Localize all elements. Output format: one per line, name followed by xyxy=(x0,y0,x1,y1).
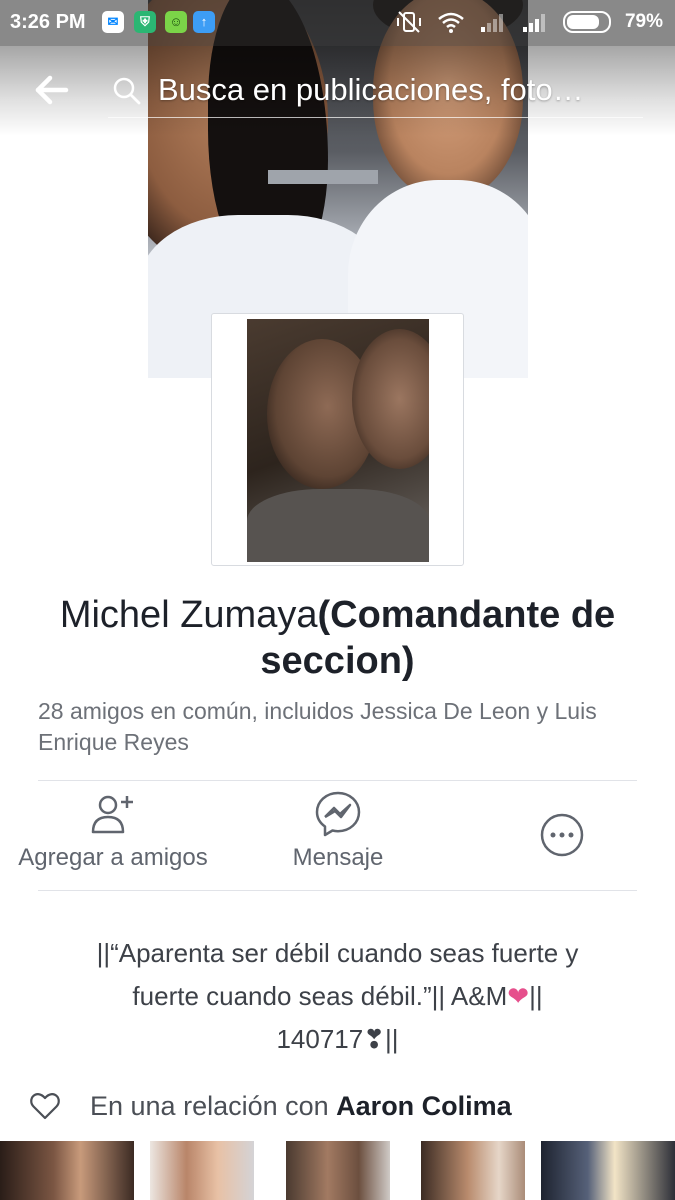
status-bar: 3:26 PM ✉ ⛨ ☺ ↑ 79% xyxy=(0,0,675,46)
signal-icon xyxy=(522,14,545,32)
divider-bottom xyxy=(38,890,637,891)
profile-full-name: Michel Zumaya xyxy=(59,594,318,636)
message-label: Mensaje xyxy=(292,844,384,871)
bio-line-2-text: fuerte cuando seas débil.”|| A&M xyxy=(132,981,508,1011)
bio-line-2: fuerte cuando seas débil.”|| A&M❤|| xyxy=(40,975,635,1018)
photo-thumbnail[interactable] xyxy=(0,1141,134,1200)
status-system-icons: 79% xyxy=(395,10,663,34)
add-friend-button[interactable]: Agregar a amigos xyxy=(8,790,218,872)
photo-thumbnail[interactable] xyxy=(541,1141,675,1200)
shield-app-icon: ⛨ xyxy=(134,11,156,33)
photo-thumbnail[interactable] xyxy=(150,1141,254,1200)
photo-thumbnail[interactable] xyxy=(286,1141,390,1200)
signal-weak-icon xyxy=(480,14,503,32)
relationship-prefix: En una relación con xyxy=(90,1091,337,1121)
heart-outline-icon xyxy=(30,1093,60,1120)
relationship-text: En una relación con Aaron Colima xyxy=(90,1091,512,1122)
search-placeholder: Busca en publicaciones, foto… xyxy=(158,72,584,107)
messenger-icon xyxy=(315,791,361,837)
search-input[interactable]: Busca en publicaciones, foto… xyxy=(108,64,643,118)
profile-photo xyxy=(247,319,429,562)
bio-line-3-end: || xyxy=(385,1024,399,1054)
upload-icon: ↑ xyxy=(193,11,215,33)
heart-exclamation-icon: ❣ xyxy=(363,1024,386,1054)
profile-photo-foreground xyxy=(247,489,429,562)
status-time: 3:26 PM xyxy=(10,11,86,33)
heart-icon: ❤ xyxy=(507,981,530,1011)
photo-strip xyxy=(0,1141,675,1200)
divider-top xyxy=(38,780,637,781)
profile-bio: ||“Aparenta ser débil cuando seas fuerte… xyxy=(40,932,635,1061)
message-button[interactable]: Mensaje xyxy=(278,790,398,872)
top-nav-bar: Busca en publicaciones, foto… xyxy=(0,46,675,136)
cover-photo-background-detail xyxy=(268,170,378,184)
bio-line-3: 140717❣|| xyxy=(40,1018,635,1061)
search-icon xyxy=(113,77,141,105)
bio-line-2-end: || xyxy=(529,981,543,1011)
vibrate-off-icon xyxy=(396,11,421,33)
bio-line-3-text: 140717 xyxy=(276,1024,364,1054)
more-options-button[interactable] xyxy=(530,812,594,858)
relationship-partner-link[interactable]: Aaron Colima xyxy=(336,1091,512,1121)
mutual-friends-text[interactable]: 28 amigos en común, incluidos Jessica De… xyxy=(38,696,638,758)
profile-picture[interactable] xyxy=(211,313,464,566)
messenger-icon: ✉ xyxy=(102,11,124,33)
battery-icon xyxy=(562,11,611,33)
cat-app-icon: ☺ xyxy=(165,11,187,33)
bio-line-1: ||“Aparenta ser débil cuando seas fuerte… xyxy=(96,938,579,968)
profile-name: Michel Zumaya(Comandante de seccion) xyxy=(20,592,655,684)
battery-fill xyxy=(566,15,599,29)
relationship-status[interactable]: En una relación con Aaron Colima xyxy=(30,1088,650,1128)
wifi-icon xyxy=(438,12,464,33)
add-friend-label: Agregar a amigos xyxy=(18,844,208,871)
more-options-icon xyxy=(540,813,584,857)
arrow-left-icon[interactable] xyxy=(32,70,72,110)
photo-thumbnail[interactable] xyxy=(421,1141,525,1200)
battery-percent: 79% xyxy=(624,11,663,32)
add-friend-icon xyxy=(91,795,133,834)
